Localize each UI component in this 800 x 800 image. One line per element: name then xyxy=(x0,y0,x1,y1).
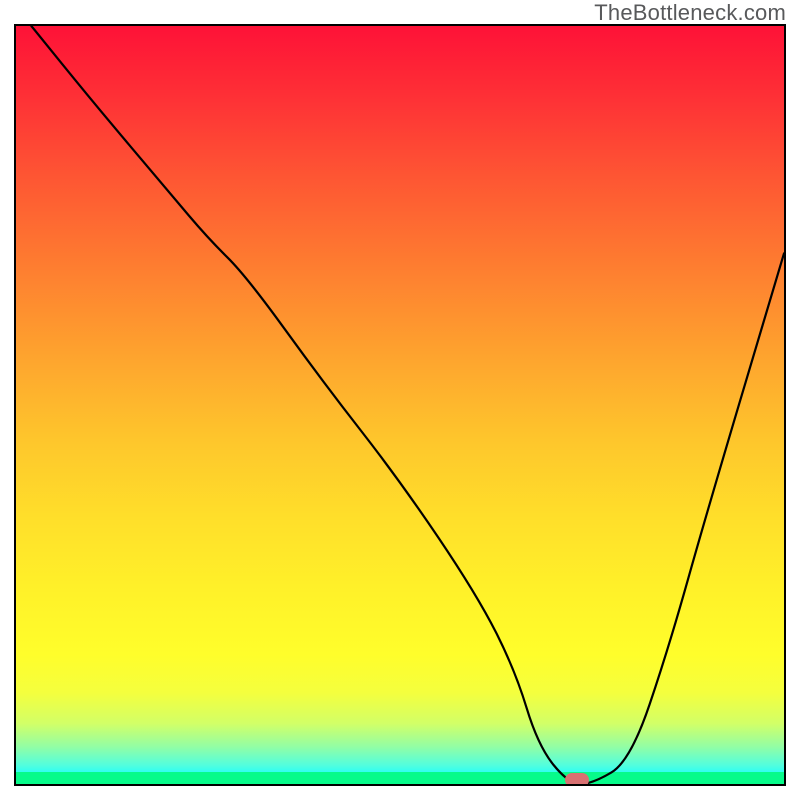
optimal-marker xyxy=(565,773,589,786)
curve-path xyxy=(31,26,784,784)
bottleneck-curve xyxy=(16,26,784,784)
chart-frame xyxy=(14,24,786,786)
watermark-text: TheBottleneck.com xyxy=(594,0,786,26)
